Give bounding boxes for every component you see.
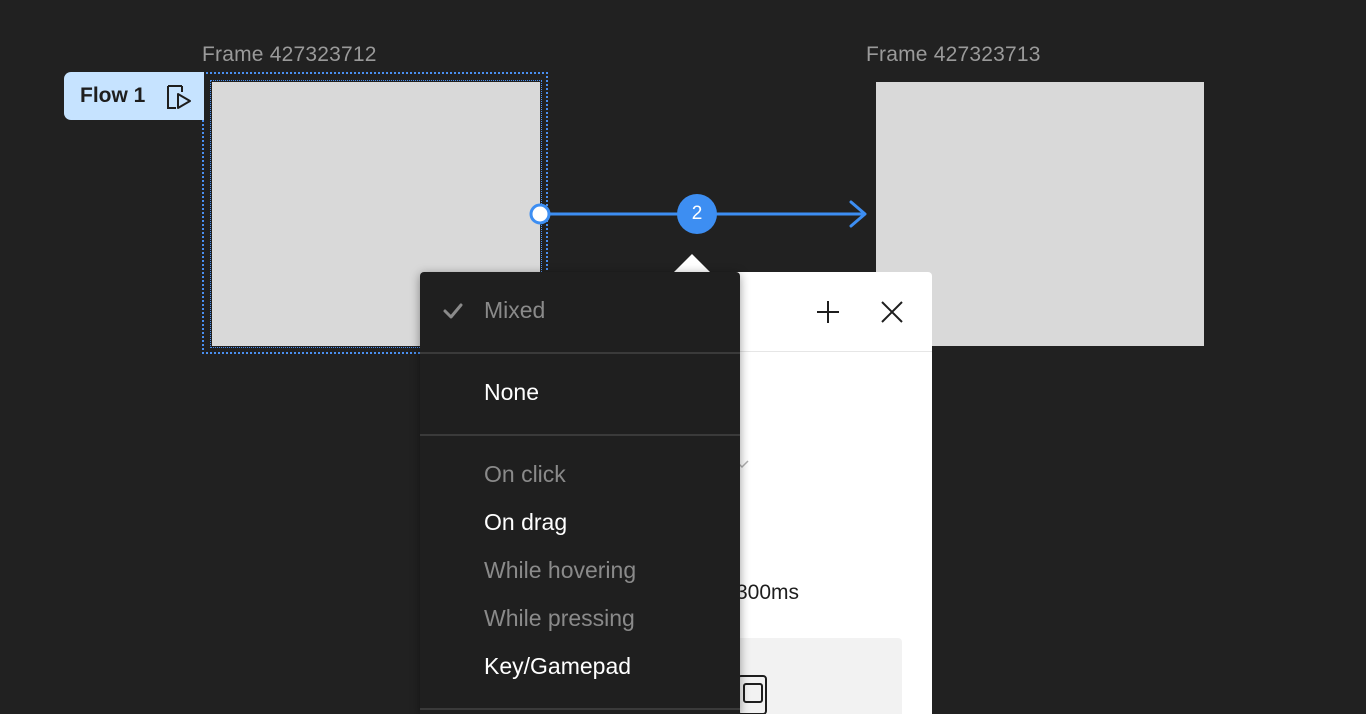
menu-item-while-pressing: While pressing [484,605,635,631]
menu-divider [420,708,740,710]
plus-icon[interactable] [814,298,842,326]
connection-handle [529,203,551,225]
connection-count-badge[interactable]: 2 [677,194,717,234]
design-canvas[interactable]: Frame 427323712 Frame 427323713 Flow 1 2… [0,0,1366,714]
close-icon[interactable] [878,298,906,326]
menu-item-key-gamepad[interactable]: Key/Gamepad [484,653,631,680]
checkmark-icon [443,303,463,319]
menu-item-on-click: On click [484,461,566,487]
menu-item-while-hovering: While hovering [484,557,637,583]
menu-item-none[interactable]: None [484,379,539,406]
animation-duration-value[interactable]: 300ms [736,581,799,605]
menu-divider [420,352,740,354]
popover-caret [674,254,710,272]
menu-item-on-drag[interactable]: On drag [484,509,567,536]
menu-item-mixed: Mixed [484,297,546,323]
trigger-dropdown-menu[interactable]: Mixed None On click On drag While hoveri… [420,272,740,714]
menu-divider [420,434,740,436]
preview-frame-icon [737,675,767,714]
